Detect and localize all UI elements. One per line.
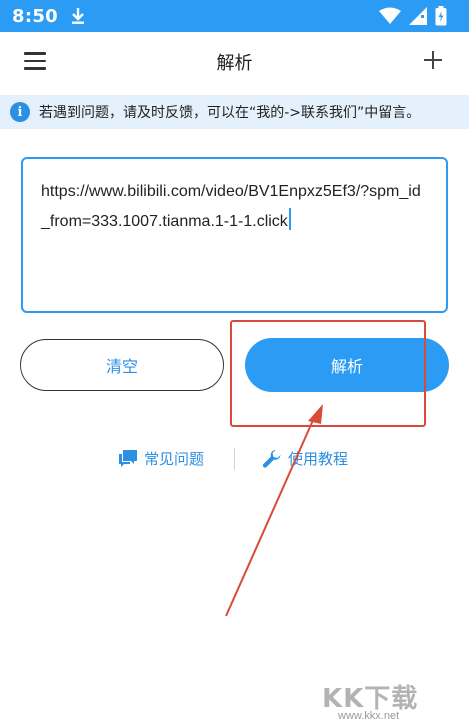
watermark-url: www.kkx.net xyxy=(338,710,400,722)
app-bar: 解析 xyxy=(0,32,469,92)
page-title: 解析 xyxy=(216,53,253,74)
notice-text: 若遇到问题，请及时反馈，可以在“我的->联系我们”中留言。 xyxy=(39,105,421,121)
clear-button-label: 清空 xyxy=(105,357,138,376)
url-input-value: https://www.bilibili.com/video/BV1Enpxz5… xyxy=(41,183,421,230)
add-icon[interactable] xyxy=(423,50,443,70)
chat-icon xyxy=(119,449,137,467)
help-links: 常见问题 使用教程 xyxy=(0,444,469,474)
url-input[interactable]: https://www.bilibili.com/video/BV1Enpxz5… xyxy=(21,157,448,313)
tutorial-link[interactable]: 使用教程 xyxy=(262,448,348,469)
tutorial-link-label: 使用教程 xyxy=(288,450,349,468)
status-time: 8:50 xyxy=(12,5,58,27)
wrench-icon xyxy=(262,449,281,468)
faq-link[interactable]: 常见问题 xyxy=(118,448,204,469)
faq-link-label: 常见问题 xyxy=(144,450,205,468)
signal-icon xyxy=(409,7,427,25)
parse-button[interactable]: 解析 xyxy=(245,338,449,392)
link-divider xyxy=(234,448,235,470)
text-caret xyxy=(288,208,292,230)
status-icons xyxy=(379,6,447,26)
menu-icon[interactable] xyxy=(24,52,46,72)
status-bar: 8:50 xyxy=(0,0,469,32)
parse-button-label: 解析 xyxy=(330,357,363,376)
info-icon: i xyxy=(10,102,30,122)
watermark: KK下载 www.kkx.net xyxy=(322,678,462,724)
notice-banner: i 若遇到问题，请及时反馈，可以在“我的->联系我们”中留言。 xyxy=(0,95,469,129)
wifi-icon xyxy=(379,7,401,24)
download-icon xyxy=(71,8,84,24)
clear-button[interactable]: 清空 xyxy=(20,339,224,391)
battery-icon xyxy=(435,6,447,26)
